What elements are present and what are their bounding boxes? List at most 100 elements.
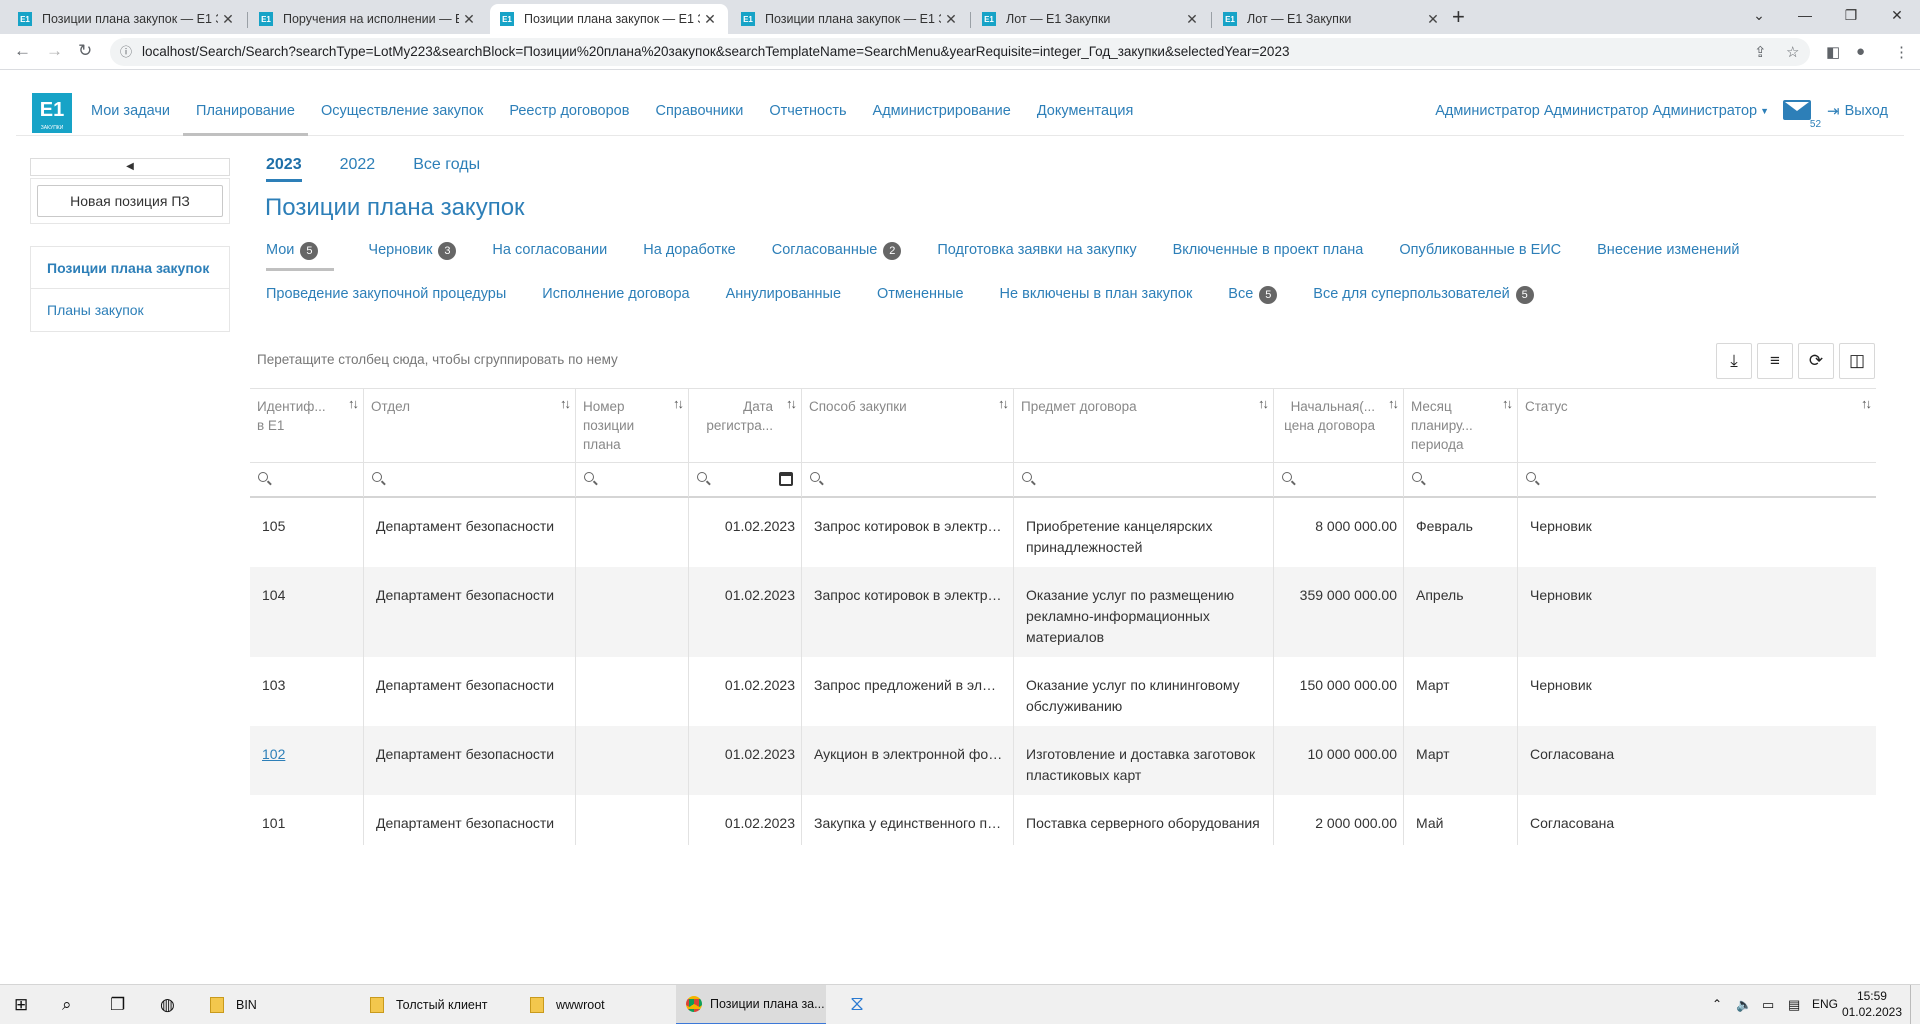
column-filter-input[interactable]	[1404, 463, 1518, 497]
new-tab-button[interactable]: +	[1452, 4, 1465, 30]
filter-tab[interactable]: Опубликованные в ЕИС	[1399, 242, 1563, 271]
filter-tab[interactable]: Все для суперпользователей 5	[1313, 286, 1535, 312]
language-indicator[interactable]: ENG	[1812, 997, 1838, 1011]
address-input[interactable]: ⓘ localhost/Search/Search?searchType=Lot…	[110, 38, 1810, 66]
close-tab-icon[interactable]: ✕	[1182, 11, 1202, 28]
maximize-button[interactable]: ❐	[1828, 2, 1874, 28]
taskbar-item-chrome[interactable]: Позиции плана за...	[676, 985, 826, 1024]
sort-icon[interactable]: ↑↓	[1388, 396, 1399, 411]
filter-tab[interactable]: Все 5	[1228, 286, 1279, 312]
caret-down-icon[interactable]: ▼	[1760, 106, 1769, 116]
profile-icon[interactable]: ●	[1856, 43, 1865, 60]
column-header[interactable]: Дата регистра... ↑↓	[689, 389, 802, 462]
nav-item[interactable]: Администрирование	[860, 86, 1024, 136]
browser-tab[interactable]: Е1 Лот — Е1 Закупки ✕	[1213, 4, 1451, 34]
filter-tab[interactable]: Мои 5	[266, 242, 335, 271]
close-tab-icon[interactable]: ✕	[459, 11, 479, 28]
bookmark-star-icon[interactable]: ☆	[1786, 43, 1799, 61]
year-tab[interactable]: Все годы	[413, 156, 480, 182]
close-tab-icon[interactable]: ✕	[941, 11, 961, 28]
search-icon[interactable]: ⌕	[62, 995, 72, 1015]
task-view-icon[interactable]: ❐	[110, 995, 125, 1015]
table-row[interactable]: 105 Департамент безопасности 01.02.2023 Зап…	[250, 498, 1876, 567]
nav-item[interactable]: Документация	[1024, 86, 1146, 136]
close-tab-icon[interactable]: ✕	[218, 11, 238, 28]
year-tab[interactable]: 2022	[340, 156, 376, 182]
browser-tab[interactable]: Е1 Позиции плана закупок — Е1 Закупки✕	[8, 4, 246, 34]
filter-tab[interactable]: Включенные в проект плана	[1173, 242, 1366, 271]
row-id-link[interactable]: 102	[262, 746, 285, 762]
filter-tab[interactable]: Отмененные	[877, 286, 966, 312]
table-row[interactable]: 101 Департамент безопасности 01.02.2023 Зак…	[250, 795, 1876, 845]
sidebar-item[interactable]: Планы закупок	[31, 289, 230, 331]
sort-icon[interactable]: ↑↓	[560, 396, 571, 411]
column-header[interactable]: Отдел ↑↓	[364, 389, 576, 462]
mail-button[interactable]: 52	[1783, 100, 1821, 130]
show-desktop-button[interactable]	[1910, 985, 1916, 1024]
user-menu[interactable]: Администратор Администратор Администрато…	[1435, 103, 1757, 119]
notification-icon[interactable]: ▤	[1788, 997, 1800, 1013]
table-row[interactable]: 102 Департамент безопасности 01.02.2023 Аук…	[250, 726, 1876, 795]
sort-icon[interactable]: ↑↓	[348, 396, 359, 411]
sort-icon[interactable]: ↑↓	[1258, 396, 1269, 411]
logout-link[interactable]: Выход	[1845, 103, 1888, 119]
taskbar-item-bin[interactable]: BIN	[206, 985, 356, 1024]
filter-tab[interactable]: Черновик 3	[368, 242, 458, 271]
calendar-icon[interactable]	[779, 472, 793, 486]
filter-tab[interactable]: Аннулированные	[726, 286, 843, 312]
table-row[interactable]: 104 Департамент безопасности 01.02.2023 Зап…	[250, 567, 1876, 657]
close-tab-icon[interactable]: ✕	[1423, 11, 1443, 28]
nav-item[interactable]: Реестр договоров	[496, 86, 642, 136]
column-filter-input[interactable]	[1274, 463, 1404, 497]
filter-tab[interactable]: Проведение закупочной процедуры	[266, 286, 508, 312]
nav-item[interactable]: Осуществление закупок	[308, 86, 496, 136]
sort-icon[interactable]: ↑↓	[673, 396, 684, 411]
filter-tab[interactable]: На доработке	[643, 242, 737, 271]
column-filter-input[interactable]	[576, 463, 689, 497]
sidebar-item[interactable]: Позиции плана закупок	[31, 247, 230, 289]
export-button[interactable]: ⤓	[1716, 343, 1752, 379]
column-header[interactable]: Статус ↑↓	[1518, 389, 1876, 462]
reload-icon[interactable]: ↻	[78, 41, 92, 61]
table-row[interactable]: 103 Департамент безопасности 01.02.2023 Зап…	[250, 657, 1876, 726]
column-chooser-button[interactable]: ◫	[1839, 343, 1875, 379]
filter-tab[interactable]: Не включены в план закупок	[1000, 286, 1195, 312]
column-header[interactable]: Предмет договора ↑↓	[1014, 389, 1274, 462]
logout-icon[interactable]: ⇥	[1827, 102, 1840, 120]
taskbar-item-client[interactable]: Толстый клиент	[366, 985, 516, 1024]
nav-item[interactable]: Мои задачи	[78, 86, 183, 136]
sort-icon[interactable]: ↑↓	[1861, 396, 1872, 411]
column-filter-input[interactable]	[250, 463, 364, 497]
column-filter-input[interactable]	[689, 463, 802, 497]
nav-item[interactable]: Планирование	[183, 86, 308, 136]
site-info-icon[interactable]: ⓘ	[120, 38, 132, 66]
forward-icon[interactable]: →	[46, 41, 63, 61]
taskbar-item-wwwroot[interactable]: wwwroot	[526, 985, 676, 1024]
column-filter-input[interactable]	[1014, 463, 1274, 497]
column-filter-input[interactable]	[364, 463, 576, 497]
column-header[interactable]: Идентиф... в Е1 ↑↓	[250, 389, 364, 462]
database-app-icon[interactable]: ◍	[160, 995, 175, 1015]
browser-tab[interactable]: Е1 Поручения на исполнении — Е1 Закупки✕	[249, 4, 487, 34]
column-menu-button[interactable]: ≡	[1757, 343, 1793, 379]
browser-tab[interactable]: Е1 Лот — Е1 Закупки ✕	[972, 4, 1210, 34]
nav-item[interactable]: Отчетность	[756, 86, 859, 136]
tab-search-icon[interactable]: ⌄	[1736, 2, 1782, 28]
browser-tab[interactable]: Е1 Позиции плана закупок — Е1 Закупки✕	[731, 4, 969, 34]
clock[interactable]: 15:59 01.02.2023	[1842, 988, 1902, 1020]
close-tab-icon[interactable]: ✕	[700, 11, 720, 28]
close-window-button[interactable]: ✕	[1874, 2, 1920, 28]
column-header[interactable]: Месяц планиру... периода ↑↓	[1404, 389, 1518, 462]
minimize-button[interactable]: —	[1782, 2, 1828, 28]
filter-tab[interactable]: Подготовка заявки на закупку	[937, 242, 1138, 271]
side-panel-icon[interactable]: ◧	[1826, 43, 1840, 61]
sort-icon[interactable]: ↑↓	[1502, 396, 1513, 411]
windows-start-icon[interactable]: ⊞	[14, 995, 28, 1015]
filter-tab[interactable]: На согласовании	[492, 242, 609, 271]
back-icon[interactable]: ←	[14, 41, 31, 61]
tray-chevron-icon[interactable]: ⌃	[1712, 997, 1722, 1011]
sidebar-collapse-button[interactable]: ◀	[30, 158, 230, 176]
filter-tab[interactable]: Согласованные 2	[772, 242, 904, 271]
browser-menu-icon[interactable]: ⋮	[1894, 43, 1909, 61]
column-header[interactable]: Начальная(... цена договора ↑↓	[1274, 389, 1404, 462]
